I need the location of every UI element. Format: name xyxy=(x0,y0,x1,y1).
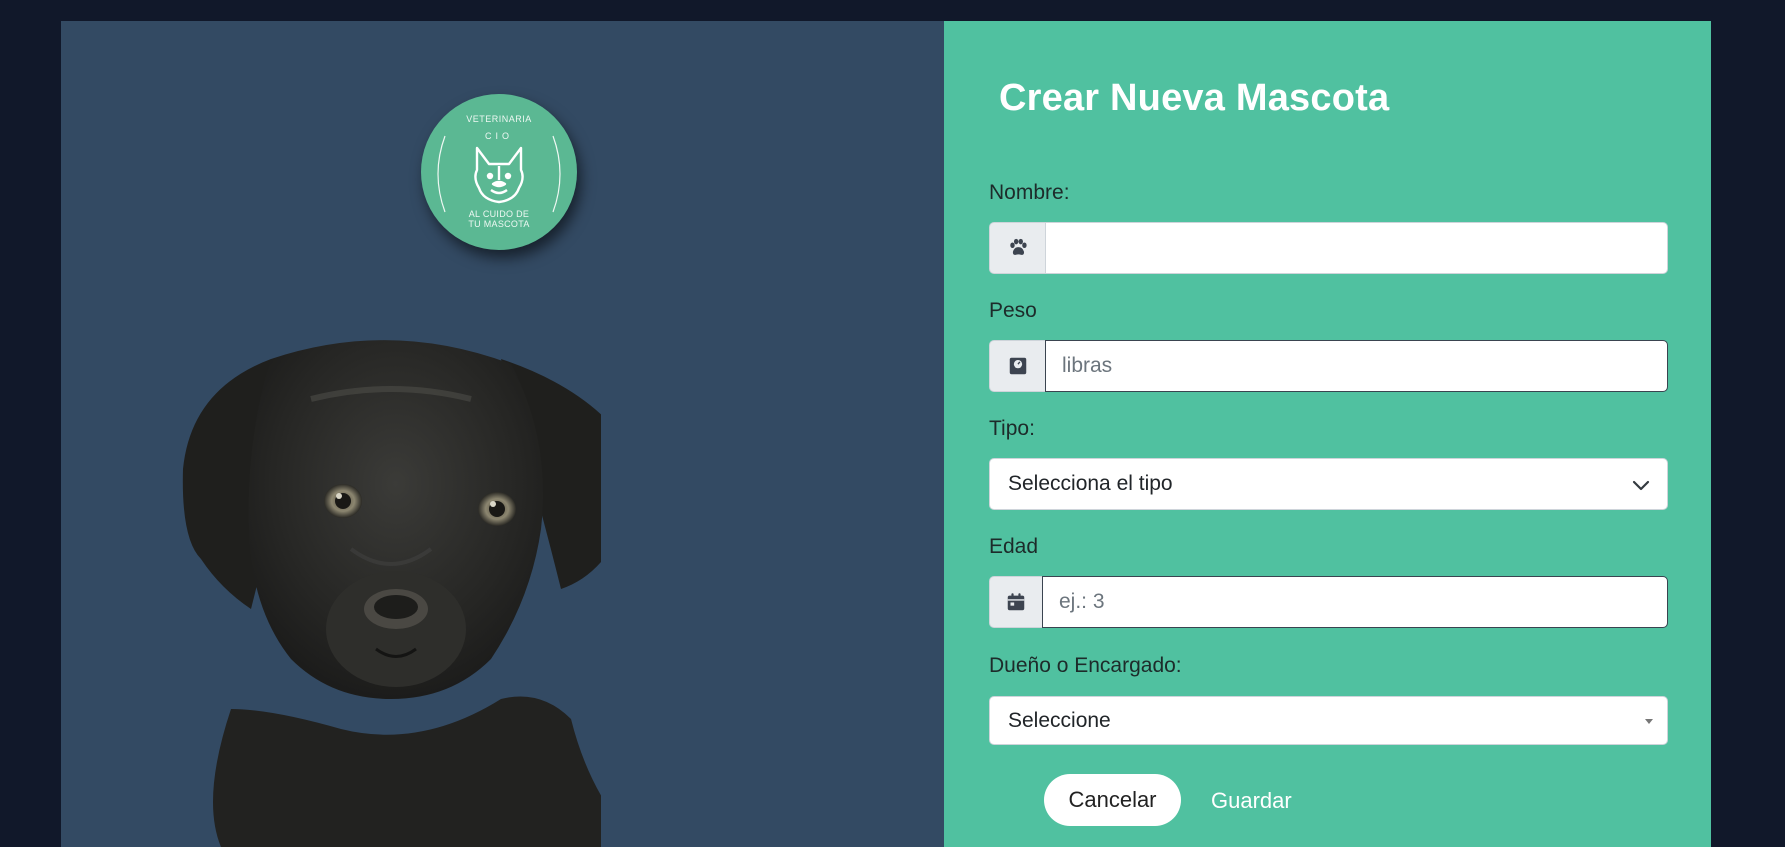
edad-addon xyxy=(989,576,1042,628)
nombre-addon xyxy=(989,222,1045,274)
peso-addon xyxy=(989,340,1045,392)
chevron-down-icon xyxy=(1632,480,1650,491)
peso-input-group xyxy=(989,340,1668,392)
dueno-select[interactable]: Seleccione xyxy=(989,696,1668,745)
logo-tagline: AL CUIDO DE TU MASCOTA xyxy=(421,209,577,229)
tipo-select[interactable]: Selecciona el tipo xyxy=(989,458,1668,510)
caret-down-icon xyxy=(1645,719,1653,724)
clinic-logo: VETERINARIA CIO AL CUIDO DE TU MASCOTA xyxy=(421,94,577,250)
dueno-label: Dueño o Encargado: xyxy=(989,654,1182,677)
tipo-selected-value: Selecciona el tipo xyxy=(1008,472,1173,495)
bulldog-icon xyxy=(474,146,524,204)
edad-label: Edad xyxy=(989,535,1039,558)
app-frame: VETERINARIA CIO AL CUIDO DE TU MASCOTA C… xyxy=(61,21,1711,847)
logo-tagline-line1: AL CUIDO DE xyxy=(468,209,530,219)
hero-panel: VETERINARIA CIO AL CUIDO DE TU MASCOTA xyxy=(61,21,944,847)
edad-input[interactable] xyxy=(1042,576,1668,628)
nombre-input[interactable] xyxy=(1045,222,1668,274)
form-panel: Crear Nueva Mascota Nombre: Peso libras … xyxy=(944,21,1711,847)
calendar-icon xyxy=(1007,593,1025,611)
logo-left-arc xyxy=(437,135,446,213)
save-button[interactable]: Guardar xyxy=(1201,782,1302,820)
peso-input[interactable] xyxy=(1045,340,1668,392)
nombre-label: Nombre: xyxy=(989,181,1070,204)
scale-icon xyxy=(1009,357,1026,375)
dueno-selected-value: Seleccione xyxy=(1008,708,1111,732)
logo-right-arc xyxy=(552,135,561,213)
puppy-image xyxy=(182,340,601,847)
cancel-button[interactable]: Cancelar xyxy=(1044,774,1181,826)
peso-label: Peso xyxy=(989,299,1037,322)
tipo-label: Tipo: xyxy=(989,417,1035,440)
logo-text-top: VETERINARIA xyxy=(466,114,532,124)
edad-input-group xyxy=(989,576,1668,628)
logo-tagline-line2: TU MASCOTA xyxy=(468,219,530,229)
paw-icon xyxy=(1009,238,1027,255)
nombre-input-group xyxy=(989,222,1668,274)
page-title: Crear Nueva Mascota xyxy=(999,77,1390,119)
